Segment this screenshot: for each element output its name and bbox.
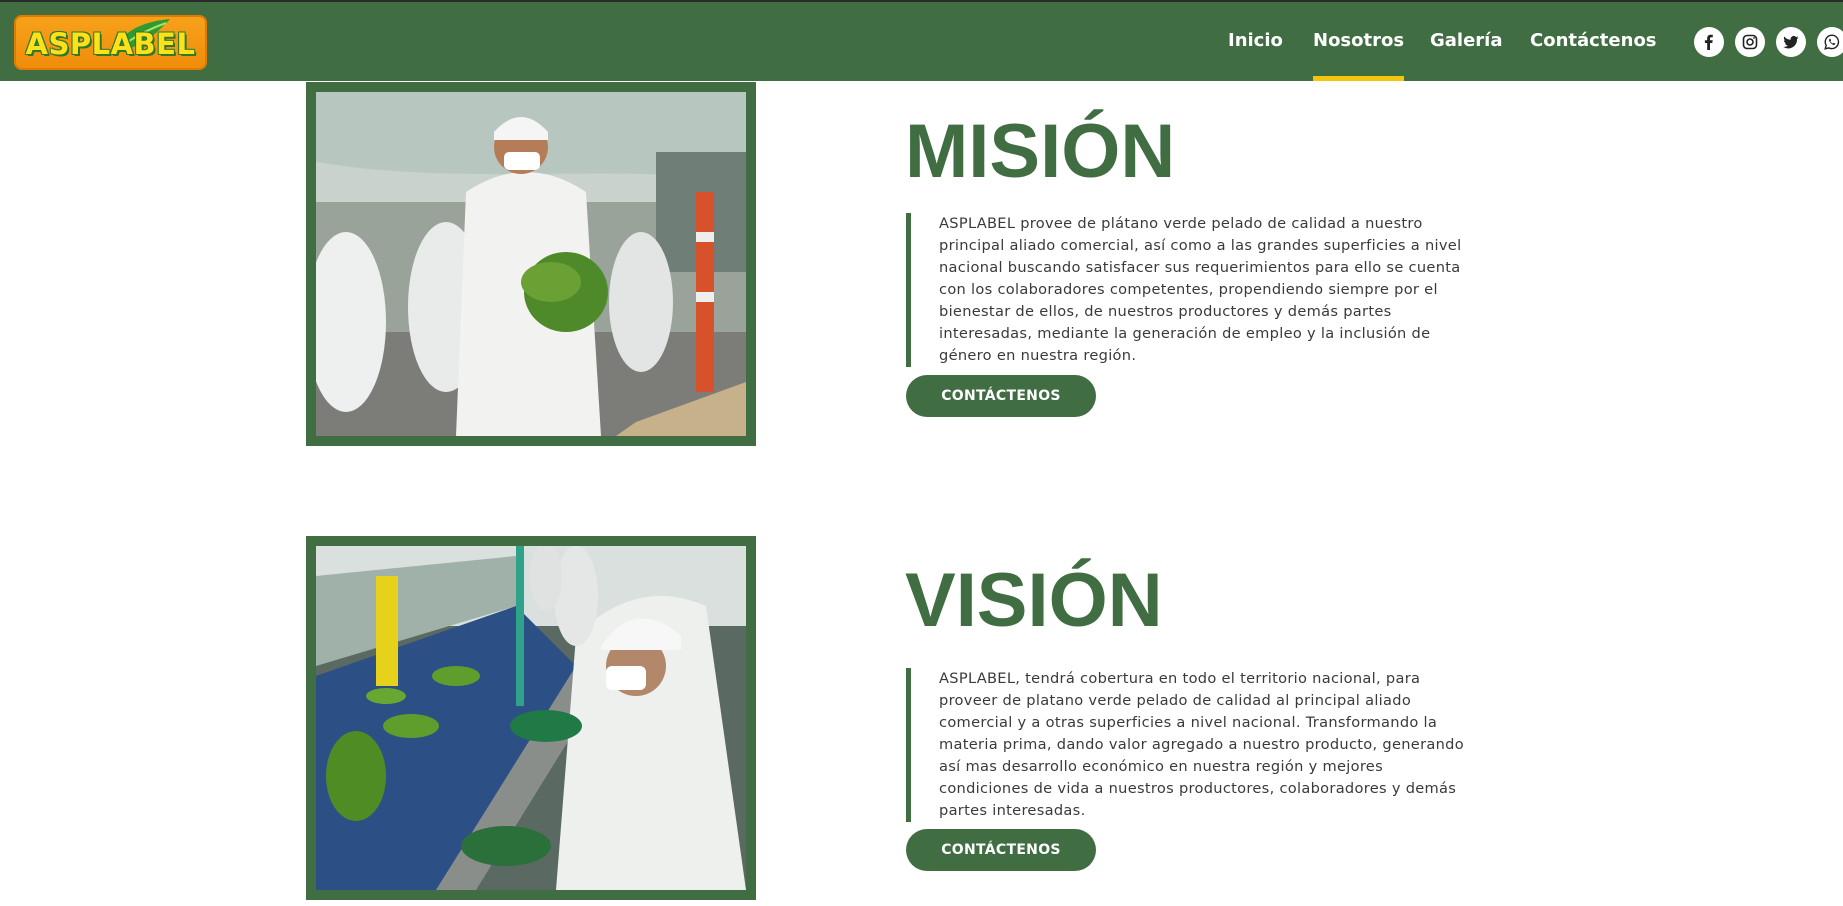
facebook-link[interactable] bbox=[1694, 27, 1724, 57]
instagram-link[interactable] bbox=[1735, 27, 1765, 57]
nav-nosotros[interactable]: Nosotros bbox=[1313, 2, 1405, 81]
navbar: ASPLABEL Inicio Nosotros Galería Contáct… bbox=[0, 2, 1843, 81]
vision-text: ASPLABEL, tendrá cobertura en todo el te… bbox=[939, 670, 1464, 819]
mision-quote: ASPLABEL provee de plátano verde pelado … bbox=[906, 213, 1476, 367]
whatsapp-link[interactable] bbox=[1817, 27, 1843, 57]
mision-title: MISIÓN bbox=[905, 109, 1176, 194]
nav-inicio[interactable]: Inicio bbox=[1228, 2, 1283, 81]
mision-contact-button[interactable]: CONTÁCTENOS bbox=[906, 375, 1096, 417]
vision-quote: ASPLABEL, tendrá cobertura en todo el te… bbox=[906, 668, 1476, 822]
twitter-icon bbox=[1783, 36, 1799, 49]
nav-contactenos[interactable]: Contáctenos bbox=[1530, 2, 1657, 81]
instagram-icon bbox=[1742, 34, 1758, 50]
nav-galeria[interactable]: Galería bbox=[1430, 2, 1503, 81]
vision-contact-button[interactable]: CONTÁCTENOS bbox=[906, 829, 1096, 871]
whatsapp-icon bbox=[1824, 34, 1840, 50]
vision-photo bbox=[316, 546, 746, 890]
brand-logo[interactable]: ASPLABEL bbox=[14, 15, 207, 70]
vision-photo-frame bbox=[306, 536, 756, 900]
vision-title: VISIÓN bbox=[905, 558, 1163, 643]
mision-photo bbox=[316, 92, 746, 436]
mision-photo-frame bbox=[306, 82, 756, 446]
brand-logo-text: ASPLABEL bbox=[25, 27, 196, 61]
facebook-icon bbox=[1704, 34, 1713, 50]
twitter-link[interactable] bbox=[1776, 27, 1806, 57]
mision-text: ASPLABEL provee de plátano verde pelado … bbox=[939, 215, 1462, 364]
